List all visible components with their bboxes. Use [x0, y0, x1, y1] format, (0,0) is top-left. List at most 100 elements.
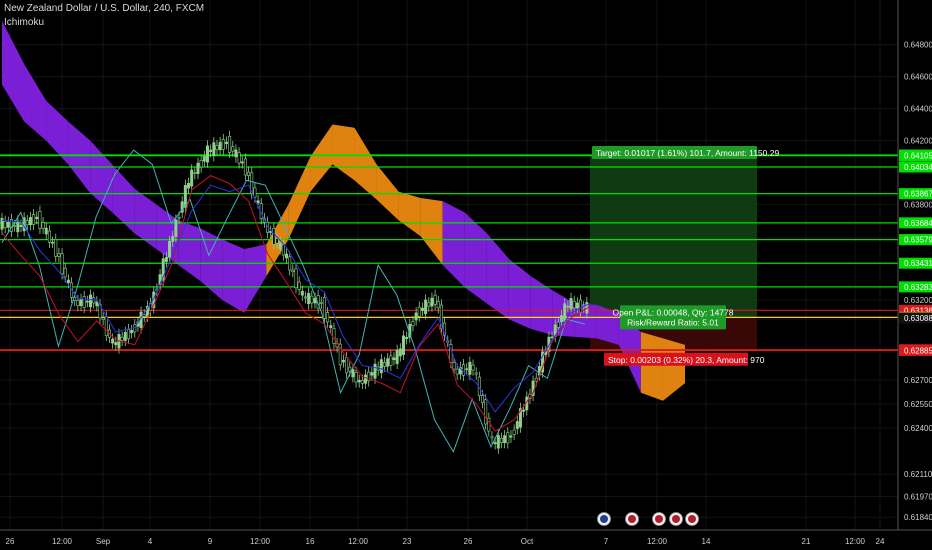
y-tick-label: 0.63200: [904, 296, 932, 305]
candle-body: [187, 182, 191, 189]
flag-icon[interactable]: [688, 515, 696, 523]
candle-body: [322, 297, 326, 319]
candle-body: [281, 244, 285, 256]
candle-body: [411, 321, 415, 327]
candle-body: [272, 228, 276, 245]
candle-body: [41, 222, 45, 229]
candle-body: [164, 256, 168, 262]
candle-body: [3, 220, 7, 228]
candle-body: [212, 142, 216, 157]
price-chart[interactable]: Target: 0.01017 (1.61%) 101.7, Amount: 1…: [0, 0, 932, 550]
candle-body: [205, 145, 209, 163]
candle-body: [275, 238, 279, 244]
candle-body: [253, 187, 257, 198]
candle-body: [114, 342, 118, 346]
candle-body: [373, 363, 377, 379]
y-tick-label: 0.62550: [904, 400, 932, 409]
x-tick-label: 4: [148, 537, 153, 546]
candle-body: [462, 364, 466, 376]
candle-body: [509, 435, 513, 438]
candle-body: [319, 301, 323, 304]
candle-body: [209, 149, 213, 152]
candle-body: [401, 335, 405, 355]
candle-body: [417, 306, 421, 317]
candle-body: [515, 421, 519, 429]
candle-body: [398, 348, 402, 357]
candle-body: [326, 312, 330, 323]
candle-body: [307, 293, 311, 305]
x-tick-label: 9: [208, 537, 213, 546]
candle-body: [174, 219, 178, 237]
profit-zone: [590, 155, 757, 318]
candle-body: [534, 377, 538, 382]
x-tick-label: Oct: [521, 537, 534, 546]
candle-body: [341, 360, 345, 363]
candle-body: [16, 220, 20, 233]
candle-body: [278, 241, 282, 250]
candle-body: [351, 369, 355, 378]
candle-body: [221, 139, 225, 150]
x-tick-label: 12:00: [647, 537, 668, 546]
x-tick-label: Sep: [96, 537, 111, 546]
x-tick-label: 24: [876, 537, 885, 546]
candle-body: [364, 374, 368, 384]
candle-body: [414, 312, 418, 321]
candle-body: [354, 371, 358, 383]
candle-body: [35, 216, 39, 220]
candle-body: [427, 302, 431, 307]
candle-body: [44, 227, 48, 235]
candle-body: [329, 325, 333, 328]
candle-body: [386, 358, 390, 367]
x-tick-label: 21: [802, 537, 811, 546]
candle-body: [38, 211, 42, 229]
x-tick-label: 12:00: [52, 537, 73, 546]
candle-body: [499, 437, 503, 443]
flag-icon[interactable]: [672, 515, 680, 523]
y-tick-label: 0.63800: [904, 200, 932, 209]
candle-body: [303, 296, 307, 299]
candle-body: [430, 297, 434, 307]
candle-body: [111, 338, 115, 344]
candle-body: [572, 300, 576, 309]
price-level-tag-label: 0.63431: [904, 259, 932, 268]
stop-text: Stop: 0.00203 (0.32%) 20.3, Amount: 970: [608, 355, 765, 365]
x-tick-label: 7: [604, 537, 609, 546]
y-tick-label: 0.62400: [904, 424, 932, 433]
candle-body: [104, 316, 108, 336]
candle-body: [383, 362, 387, 367]
candle-body: [370, 372, 374, 376]
candle-body: [575, 302, 579, 309]
price-level-tag-label: 0.64034: [904, 163, 932, 172]
candle-body: [228, 136, 232, 153]
candle-body: [202, 156, 206, 162]
current-price-label: 0.63088: [904, 314, 932, 323]
candle-body: [579, 299, 583, 313]
candle-body: [89, 294, 93, 308]
candle-body: [560, 315, 564, 322]
candle-body: [47, 230, 51, 243]
candle-body: [32, 214, 36, 225]
candle-body: [231, 146, 235, 152]
candle-body: [130, 330, 134, 334]
candle-body: [101, 317, 105, 320]
price-level-tag-label: 0.63579: [904, 236, 932, 245]
flag-icon[interactable]: [600, 515, 608, 523]
candle-body: [392, 357, 396, 361]
indicator-label: Ichimoku: [4, 17, 45, 28]
candle-body: [237, 152, 241, 164]
y-tick-label: 0.64600: [904, 73, 932, 82]
flag-icon[interactable]: [628, 515, 636, 523]
candle-body: [332, 328, 336, 344]
candle-body: [297, 281, 301, 290]
candle-body: [126, 329, 130, 339]
x-tick-label: 16: [306, 537, 315, 546]
candle-body: [563, 303, 567, 322]
risk-reward-text: Risk/Reward Ratio: 5.01: [627, 317, 719, 327]
x-tick-label: 12:00: [250, 537, 271, 546]
candle-body: [288, 256, 292, 271]
flag-icon[interactable]: [655, 515, 663, 523]
candle-body: [395, 349, 399, 364]
candle-body: [19, 224, 23, 227]
candle-body: [484, 399, 488, 425]
candle-body: [168, 241, 172, 258]
